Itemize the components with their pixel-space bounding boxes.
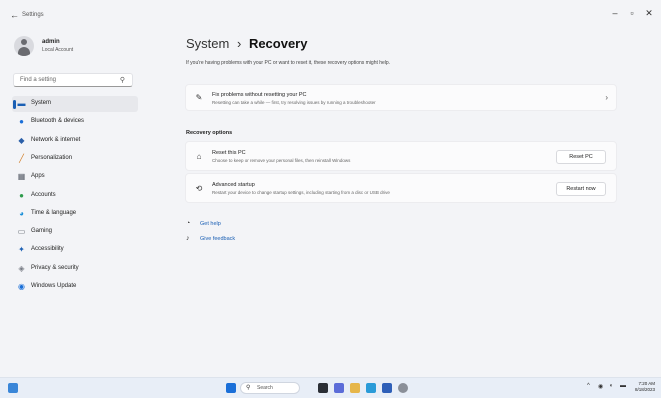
brush-icon: ╱ (19, 153, 24, 163)
search-icon: ⚲ (119, 77, 125, 84)
reset-pc-card: ⌂ Reset this PC Choose to keep or remove… (185, 141, 617, 171)
advanced-card-desc: Restart your device to change startup se… (212, 190, 390, 195)
sidebar-item-privacy-security[interactable]: ◈ Privacy & security (0, 261, 140, 277)
chat-icon[interactable] (334, 383, 344, 393)
globe-clock-icon: ◕ (19, 208, 24, 218)
wrench-icon: ✎ (195, 93, 203, 102)
sidebar-item-windows-update[interactable]: ◉ Windows Update (0, 279, 140, 295)
minimize-button[interactable]: – (608, 8, 622, 18)
search-input[interactable]: Find a setting ⚲ (13, 73, 133, 87)
reset-card-desc: Choose to keep or remove your personal f… (212, 158, 351, 163)
sidebar-item-personalization[interactable]: ╱ Personalization (0, 151, 140, 167)
breadcrumb-current: Recovery (248, 36, 308, 51)
advanced-startup-icon: ⟲ (195, 184, 203, 193)
settings-icon[interactable] (398, 383, 408, 393)
give-feedback-label: Give feedback (200, 236, 236, 242)
sidebar-item-label: Privacy & security (31, 264, 79, 271)
maximize-button[interactable]: ▫ (625, 8, 639, 18)
sidebar-item-label: Time & language (31, 209, 77, 216)
task-view-icon[interactable] (318, 383, 328, 393)
search-icon: ⚲ (246, 385, 251, 391)
restart-now-button[interactable]: Restart now (556, 182, 606, 196)
shield-icon: ◈ (18, 263, 25, 273)
store-icon[interactable] (382, 383, 392, 393)
sidebar-item-label: Accounts (31, 191, 56, 198)
help-icon: ◔ (186, 220, 191, 227)
sidebar-item-system[interactable]: ▬ System (12, 96, 138, 112)
reset-card-title: Reset this PC (212, 150, 246, 156)
taskbar: ⚲ Search ^ ◉ ◖ ▬ 7:20 AM 8/18/2023 (0, 377, 661, 398)
start-icon[interactable] (226, 383, 236, 393)
fix-card-title: Fix problems without resetting your PC (212, 92, 307, 98)
apps-icon: ▦ (17, 172, 26, 182)
chevron-right-icon: › (605, 93, 608, 102)
active-indicator (13, 100, 16, 109)
advanced-startup-card: ⟲ Advanced startup Restart your device t… (185, 173, 617, 203)
avatar[interactable] (14, 36, 34, 56)
accessibility-icon: ✦ (18, 245, 25, 255)
taskbar-search-label: Search (257, 385, 273, 391)
settings-window: ← Settings – ▫ ✕ admin Local Account Fin… (0, 0, 661, 377)
sidebar-item-label: Gaming (31, 228, 53, 235)
sidebar-item-bluetooth-devices[interactable]: ● Bluetooth & devices (0, 114, 140, 130)
clock[interactable]: 7:20 AM 8/18/2023 (635, 381, 655, 393)
sidebar-item-gaming[interactable]: ▭ Gaming (0, 224, 140, 240)
breadcrumb-separator: › (236, 36, 242, 51)
section-label: Recovery options (186, 130, 233, 136)
wifi-icon: ◆ (18, 135, 25, 145)
taskbar-search[interactable]: ⚲ Search (240, 382, 300, 394)
account-type: Local Account (42, 47, 74, 53)
file-explorer-icon[interactable] (350, 383, 360, 393)
breadcrumb-parent[interactable]: System (186, 36, 229, 51)
chevron-up-icon[interactable]: ^ (587, 383, 590, 389)
sidebar-item-label: Windows Update (31, 283, 77, 289)
gamepad-icon: ▭ (17, 227, 26, 237)
monitor-icon: ▬ (17, 99, 26, 108)
reset-pc-button[interactable]: Reset PC (556, 150, 606, 164)
battery-icon[interactable]: ▬ (620, 383, 626, 389)
sidebar-item-label: Personalization (31, 154, 73, 161)
fix-problems-card[interactable]: ✎ Fix problems without resetting your PC… (185, 84, 617, 111)
sidebar-item-label: Apps (31, 173, 45, 180)
search-placeholder: Find a setting (20, 77, 57, 83)
get-help-label: Get help (200, 221, 221, 227)
sidebar-item-apps[interactable]: ▦ Apps (0, 169, 140, 185)
reset-icon: ⌂ (196, 152, 202, 161)
page-title: System › Recovery (186, 36, 307, 51)
network-icon[interactable]: ◉ (598, 383, 603, 390)
fix-card-desc: Resetting can take a while — first, try … (212, 100, 376, 105)
person-icon: ● (19, 190, 24, 200)
edge-icon[interactable] (366, 383, 376, 393)
update-icon: ◉ (18, 282, 25, 291)
sidebar-item-label: Accessibility (31, 246, 64, 253)
feedback-icon: ♪ (186, 235, 190, 242)
sidebar-item-label: Network & internet (31, 136, 81, 143)
sidebar-item-time-language[interactable]: ◕ Time & language (0, 206, 140, 222)
sidebar-item-label: System (31, 100, 52, 106)
sidebar-item-label: Bluetooth & devices (31, 118, 85, 125)
sidebar-item-accessibility[interactable]: ✦ Accessibility (0, 242, 140, 258)
bluetooth-icon: ● (19, 117, 24, 127)
sidebar-item-network-internet[interactable]: ◆ Network & internet (0, 133, 140, 149)
title-bar: ← Settings – ▫ ✕ (0, 0, 661, 30)
back-button[interactable]: ← (10, 10, 19, 20)
widgets-icon[interactable] (8, 383, 18, 393)
window-title: Settings (22, 12, 44, 18)
user-name: admin (42, 39, 60, 45)
volume-icon[interactable]: ◖ (609, 383, 613, 389)
sidebar-item-accounts[interactable]: ● Accounts (0, 188, 140, 204)
page-subtitle: If you're having problems with your PC o… (186, 60, 391, 66)
close-button[interactable]: ✕ (642, 8, 656, 19)
advanced-card-title: Advanced startup (212, 182, 255, 188)
clock-date: 8/18/2023 (634, 387, 655, 392)
